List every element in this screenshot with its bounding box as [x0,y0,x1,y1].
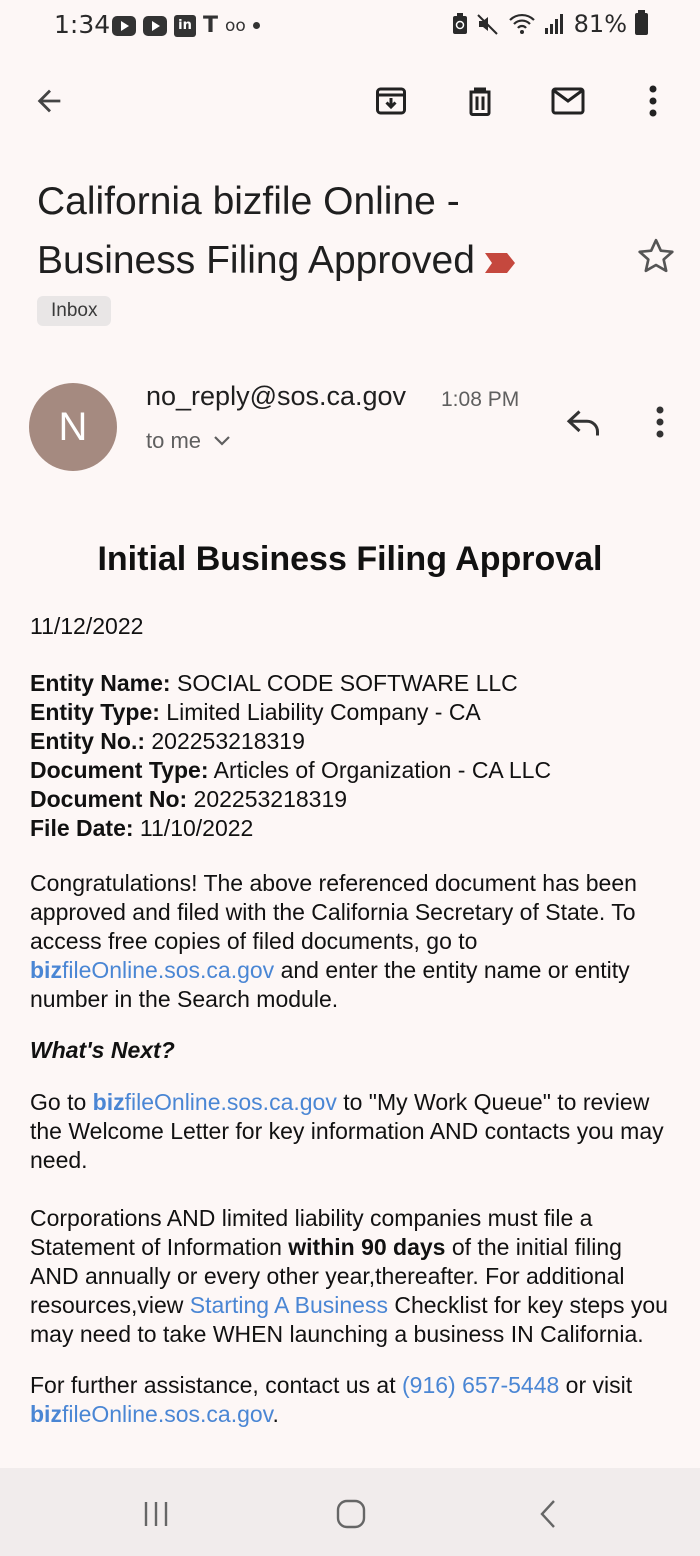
email-body: 11/12/2022 Entity Name: SOCIAL CODE SOFT… [30,612,670,1451]
battery-percent: 81% [573,10,627,38]
more-vert-icon [649,85,657,117]
home-icon [336,1499,366,1529]
assistance-paragraph: For further assistance, contact us at (9… [30,1372,633,1427]
field-document-no: Document No: 202253218319 [30,786,348,812]
whats-next-heading: What's Next? [30,1037,175,1063]
status-bar: 1:34 in T oo 81% [0,0,700,52]
more-vert-icon [656,406,664,438]
filing-fields: Entity Name: SOCIAL CODE SOFTWARE LLC En… [30,669,670,843]
voicemail-icon: oo [225,15,246,36]
subject-text: California bizfile Online - Business Fil… [37,180,475,282]
field-entity-name: Entity Name: SOCIAL CODE SOFTWARE LLC [30,670,518,696]
signal-icon [544,14,563,34]
linkedin-icon: in [174,14,196,37]
star-icon[interactable] [636,236,676,276]
back-icon [540,1500,555,1528]
archive-icon [376,87,406,115]
body-heading: Initial Business Filing Approval [97,540,603,578]
more-options-button[interactable] [628,76,678,126]
bizfile-link[interactable]: bizfileOnline.sos.ca.gov [30,1401,272,1427]
app-toolbar [0,70,700,132]
starting-business-link[interactable]: Starting A Business [190,1292,388,1318]
recipient-label: to me [146,428,202,453]
field-entity-type: Entity Type: Limited Liability Company -… [30,699,481,725]
email-subject: California bizfile Online - Business Fil… [37,172,597,290]
mark-unread-icon [551,87,585,115]
recent-apps-button[interactable] [134,1492,178,1536]
nav-back-button[interactable] [526,1492,570,1536]
important-marker-icon[interactable] [484,251,515,275]
congrats-paragraph: Congratulations! The above referenced do… [30,870,637,1012]
field-file-date: File Date: 11/10/2022 [30,815,254,841]
youtube-icon [143,15,167,36]
archive-button[interactable] [366,76,416,126]
recipient-toggle[interactable]: to me [146,428,231,454]
phone-link[interactable]: (916) 657-5448 [402,1372,559,1398]
bizfile-link[interactable]: bizfileOnline.sos.ca.gov [93,1089,337,1115]
system-nav-bar [0,1468,700,1556]
tmobile-icon: T [203,13,219,38]
status-time: 1:34 [54,10,111,39]
reply-button[interactable] [562,400,606,444]
field-entity-no: Entity No.: 202253218319 [30,728,305,754]
body-date: 11/12/2022 [30,613,144,639]
recent-apps-icon [144,1502,168,1526]
battery-icon [635,10,648,35]
statement-paragraph: Corporations AND limited liability compa… [30,1205,668,1347]
email-time: 1:08 PM [441,388,520,411]
home-button[interactable] [329,1492,373,1536]
bizfile-link[interactable]: bizfileOnline.sos.ca.gov [30,957,274,983]
system-icons: 81% [452,10,648,38]
wifi-icon [508,13,535,34]
battery-saver-icon [452,13,467,34]
sender-email[interactable]: no_reply@sos.ca.gov [146,381,406,412]
youtube-icon [112,15,136,36]
work-queue-paragraph: Go to bizfileOnline.sos.ca.gov to "My Wo… [30,1089,664,1173]
delete-button[interactable] [455,76,505,126]
delete-icon [469,87,491,116]
notification-icons: in T oo [112,13,260,38]
back-arrow-icon [37,89,61,113]
avatar[interactable]: N [29,383,117,471]
field-document-type: Document Type: Articles of Organization … [30,757,552,783]
label-chip[interactable]: Inbox [37,296,112,326]
dot-icon [252,22,260,29]
mute-icon [476,14,498,35]
chevron-down-icon [214,436,230,446]
message-more-button[interactable] [640,400,680,444]
reply-icon [566,410,599,436]
back-button[interactable] [24,76,74,126]
mark-unread-button[interactable] [543,76,593,126]
